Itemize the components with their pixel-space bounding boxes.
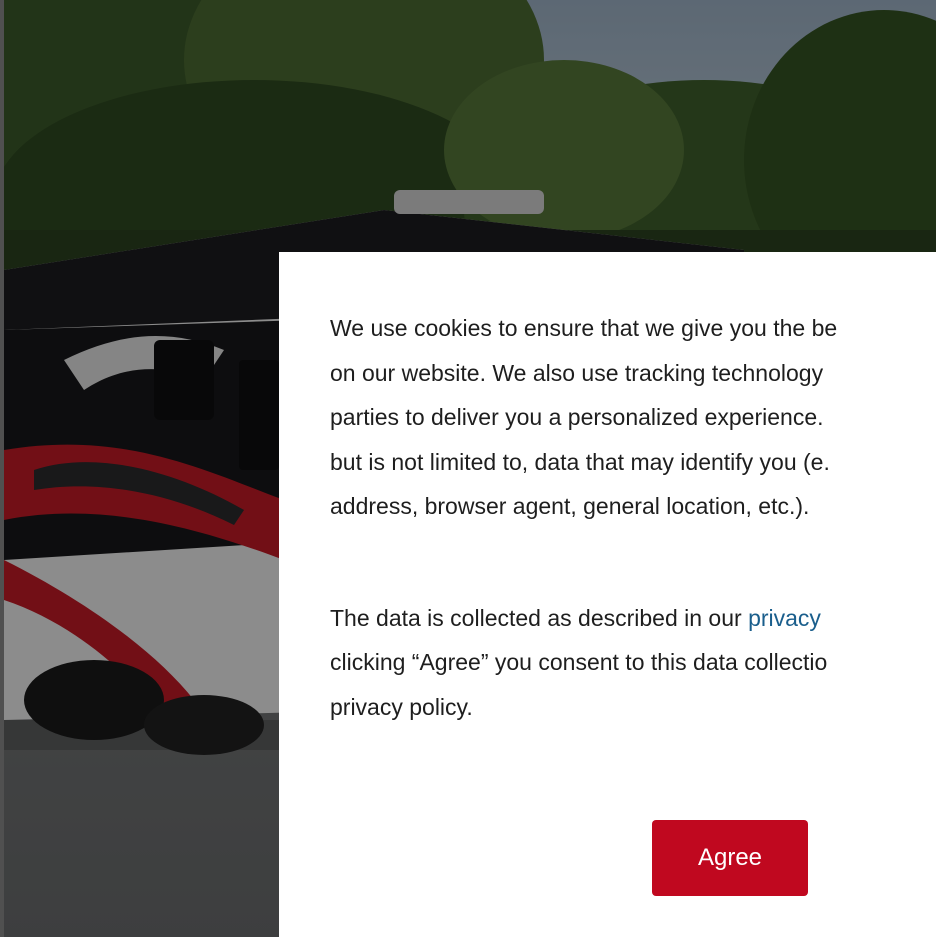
consent-line: clicking “Agree” you consent to this dat… <box>330 649 828 675</box>
agree-button[interactable]: Agree <box>652 820 808 896</box>
consent-line: privacy policy. <box>330 693 473 720</box>
cookie-consent-dialog: We use cookies to ensure that we give yo… <box>279 252 936 937</box>
consent-message: We use cookies to ensure that we give yo… <box>330 306 936 729</box>
consent-line: but is not limited to, data that may ide… <box>330 448 830 475</box>
consent-paragraph-cookies: We use cookies to ensure that we give yo… <box>330 306 936 529</box>
consent-line: on our website. We also use tracking tec… <box>330 359 824 386</box>
consent-line-with-link: The data is collected as described in ou… <box>330 596 936 641</box>
privacy-policy-link[interactable]: privacy <box>748 605 821 631</box>
consent-line: address, browser agent, general location… <box>330 493 810 519</box>
consent-line: parties to deliver you a personalized ex… <box>330 404 824 430</box>
consent-line-prefix: The data is collected as described in ou… <box>330 604 749 631</box>
page: We use cookies to ensure that we give yo… <box>0 0 936 937</box>
consent-paragraph-data-collection: The data is collected as described in ou… <box>330 596 936 730</box>
consent-line: We use cookies to ensure that we give yo… <box>330 315 838 341</box>
